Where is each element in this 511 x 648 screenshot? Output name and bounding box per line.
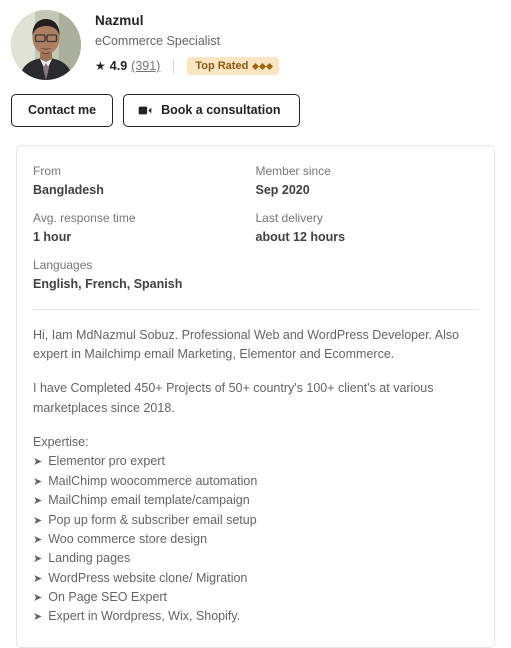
- vertical-divider: [173, 58, 175, 74]
- rating-row: ★ 4.9 (391) Top Rated: [95, 57, 280, 75]
- list-item: ➤ MailChimp woocommerce automation: [33, 472, 478, 491]
- list-item-label: Woo commerce store design: [48, 531, 208, 546]
- arrow-bullet-icon: ➤: [33, 533, 43, 546]
- arrow-bullet-icon: ➤: [33, 611, 43, 624]
- list-item-label: MailChimp email template/campaign: [48, 493, 250, 508]
- stat-value: Sep 2020: [255, 182, 310, 197]
- arrow-bullet-icon: ➤: [33, 456, 43, 469]
- stat-label: Member since: [255, 163, 331, 178]
- profile-header: Nazmul eCommerce Specialist ★ 4.9 (391) …: [0, 0, 511, 80]
- list-item: ➤ On Page SEO Expert: [33, 588, 478, 607]
- video-camera-icon: [138, 105, 152, 116]
- avatar-photo: [11, 10, 81, 80]
- list-item: ➤ WordPress website clone/ Migration: [33, 569, 478, 588]
- arrow-bullet-icon: ➤: [33, 495, 43, 508]
- stat-value: 1 hour: [33, 229, 72, 244]
- rating-count-link[interactable]: (391): [131, 59, 160, 73]
- arrow-bullet-icon: ➤: [33, 572, 43, 585]
- seller-role: eCommerce Specialist: [95, 34, 221, 48]
- list-item-label: Elementor pro expert: [48, 454, 165, 469]
- seller-info-card: From Bangladesh Member since Sep 2020 Av…: [16, 144, 495, 648]
- action-buttons: Contact me Book a consultation: [0, 80, 511, 127]
- stat-value: Bangladesh: [33, 182, 104, 197]
- description-paragraph: Hi, Iam MdNazmul Sobuz. Professional Web…: [33, 327, 460, 361]
- badge-label: Top Rated: [195, 60, 249, 72]
- rating-score: 4.9: [109, 59, 128, 73]
- seller-description: Hi, Iam MdNazmul Sobuz. Professional Web…: [33, 326, 478, 419]
- list-item: ➤ Expert in Wordpress, Wix, Shopify.: [33, 607, 478, 626]
- stat-value: about 12 hours: [255, 229, 346, 244]
- card-divider: [33, 308, 478, 310]
- stat-label: From: [33, 163, 61, 178]
- stats-grid: From Bangladesh Member since Sep 2020 Av…: [33, 164, 478, 291]
- expertise-block: Expertise: ➤ Elementor pro expert ➤ MailChi…: [33, 433, 478, 627]
- list-item-label: Landing pages: [48, 551, 131, 566]
- star-icon: ★: [95, 59, 106, 73]
- diamond-icon: [266, 62, 274, 70]
- expertise-title: Expertise:: [33, 435, 89, 449]
- list-item: ➤ MailChimp email template/campaign: [33, 491, 478, 510]
- stat-avg-response-time: Avg. response time 1 hour: [33, 211, 256, 244]
- list-item-label: Pop up form & subscriber email setup: [48, 512, 257, 527]
- stat-label: Languages: [33, 257, 93, 272]
- stat-label: Last delivery: [255, 210, 323, 225]
- arrow-bullet-icon: ➤: [33, 592, 43, 604]
- book-consultation-label: Book a consultation: [161, 103, 281, 117]
- book-consultation-button[interactable]: Book a consultation: [123, 94, 300, 127]
- contact-me-button[interactable]: Contact me: [11, 94, 114, 127]
- avatar[interactable]: [11, 10, 81, 80]
- identity-block: Nazmul eCommerce Specialist ★ 4.9 (391) …: [95, 10, 280, 75]
- list-item-label: Expert in Wordpress, Wix, Shopify.: [48, 609, 241, 624]
- stat-label: Avg. response time: [33, 210, 136, 225]
- stat-member-since: Member since Sep 2020: [256, 164, 479, 197]
- status-badge: Top Rated: [187, 57, 280, 75]
- badge-diamonds: [252, 62, 274, 70]
- stat-languages: Languages English, French, Spanish: [33, 258, 256, 291]
- arrow-bullet-icon: ➤: [33, 553, 43, 566]
- arrow-bullet-icon: ➤: [33, 475, 43, 488]
- expertise-list: ➤ Elementor pro expert ➤ MailChimp woocomme…: [33, 452, 478, 626]
- arrow-bullet-icon: ➤: [33, 514, 43, 527]
- stat-from: From Bangladesh: [33, 164, 256, 197]
- list-item-label: WordPress website clone/ Migration: [48, 570, 248, 585]
- list-item-label: On Page SEO Expert: [48, 590, 168, 604]
- list-item: ➤ Elementor pro expert: [33, 452, 478, 471]
- list-item-label: MailChimp woocommerce automation: [48, 473, 258, 488]
- seller-name: Nazmul: [95, 13, 144, 28]
- description-paragraph: I have Completed 450+ Projects of 50+ co…: [33, 381, 434, 415]
- list-item: ➤ Pop up form & subscriber email setup: [33, 511, 478, 530]
- list-item: ➤ Woo commerce store design: [33, 530, 478, 549]
- stat-last-delivery: Last delivery about 12 hours: [256, 211, 479, 244]
- stat-value: English, French, Spanish: [33, 276, 183, 291]
- list-item: ➤ Landing pages: [33, 549, 478, 568]
